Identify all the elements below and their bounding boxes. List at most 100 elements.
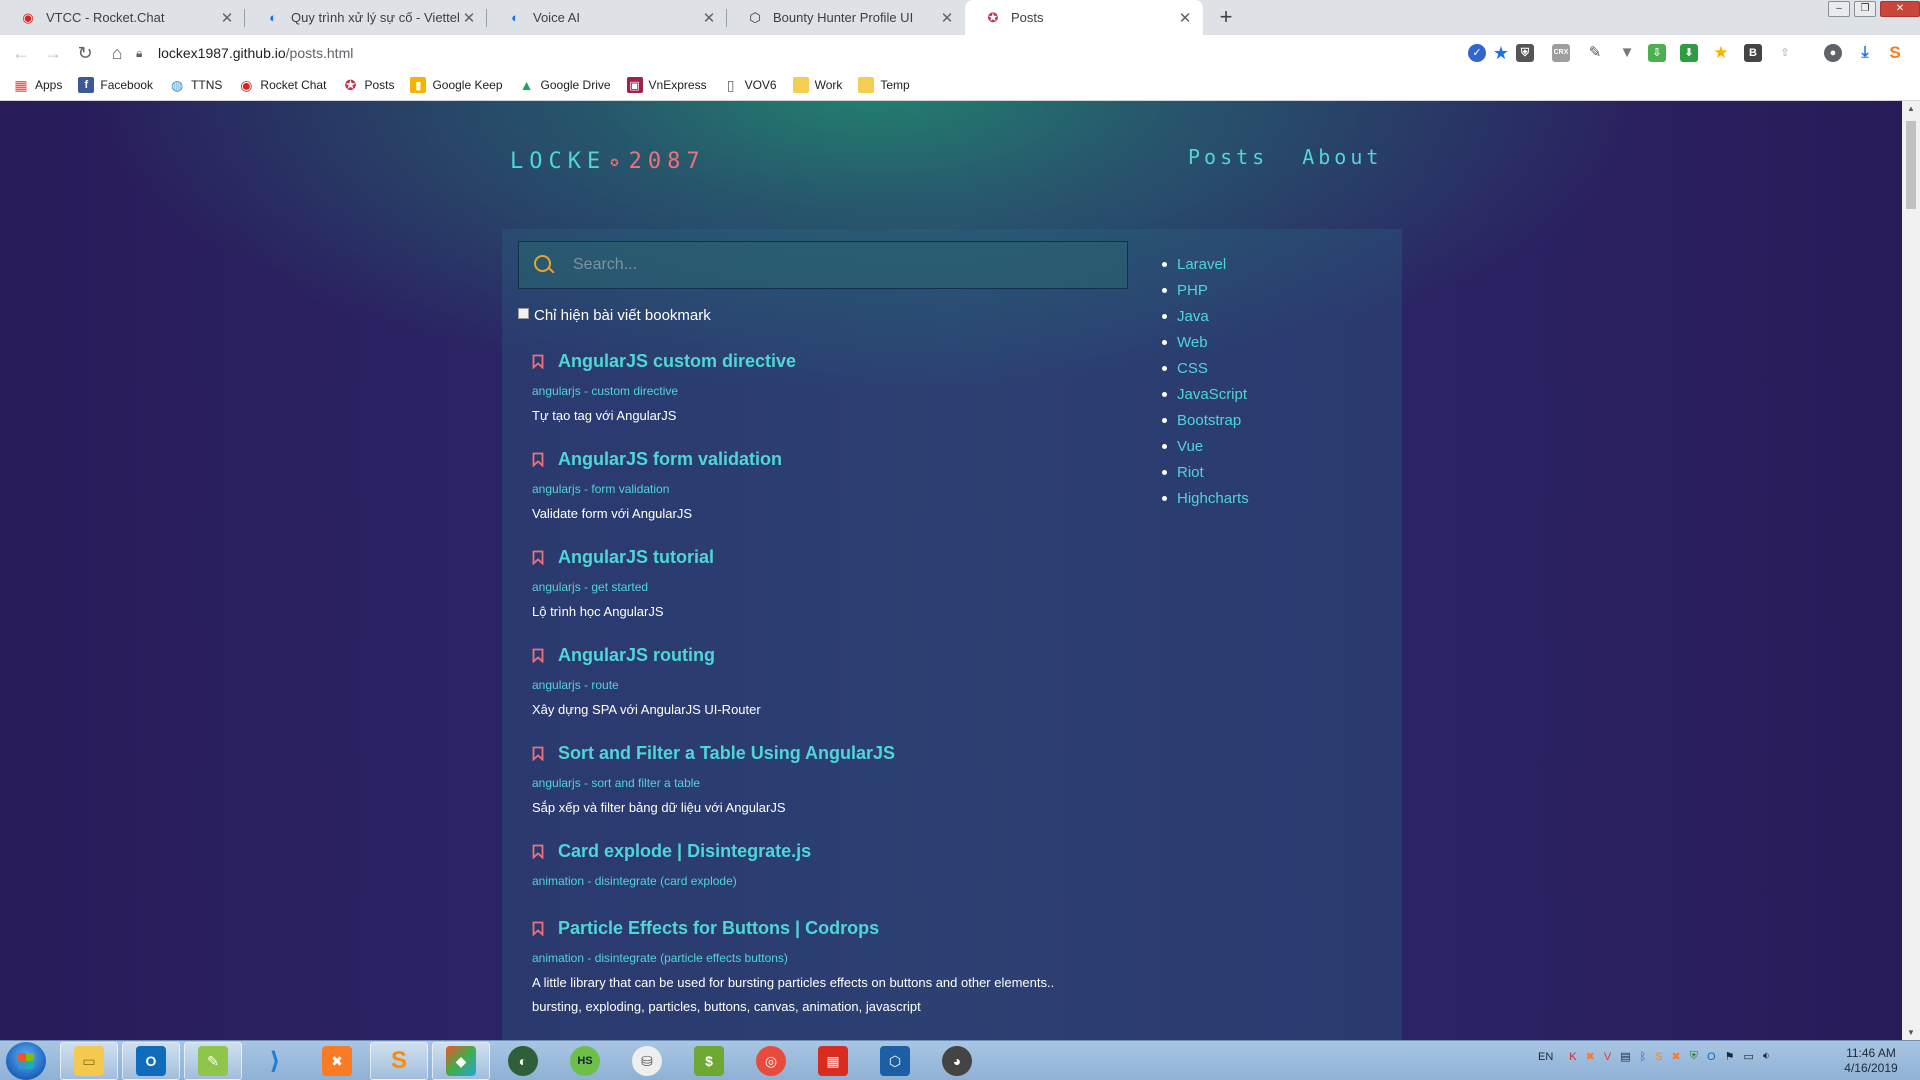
profile-icon[interactable]: ● — [1824, 44, 1842, 62]
bookmark-icon[interactable] — [532, 844, 544, 859]
crx-icon[interactable]: CRX — [1552, 44, 1570, 62]
xampp-tray-icon[interactable]: ✖ — [1672, 1050, 1681, 1063]
downloads-icon[interactable]: ⤓ — [1856, 44, 1874, 62]
category-link[interactable]: CSS — [1162, 355, 1249, 381]
taskbar-cube[interactable]: ▦ — [804, 1042, 862, 1080]
sublime-tray-icon[interactable]: S — [1655, 1051, 1662, 1063]
bookmark-filter-checkbox[interactable] — [518, 308, 529, 319]
vue-devtools-icon[interactable]: ▼ — [1618, 44, 1636, 62]
post-tags[interactable]: angularjs - custom directive — [532, 384, 1152, 398]
taskbar-virtualbox[interactable]: ⬡ — [866, 1042, 924, 1080]
close-icon[interactable]: ✕ — [1175, 9, 1195, 27]
eyedropper-icon[interactable]: ✎ — [1586, 44, 1604, 62]
category-link[interactable]: Bootstrap — [1162, 407, 1249, 433]
tab-posts[interactable]: ✪ Posts ✕ — [965, 0, 1203, 35]
bookmark-ttns[interactable]: ◍ TTNS — [169, 77, 222, 93]
category-link[interactable]: Highcharts — [1162, 485, 1249, 511]
post-title-link[interactable]: AngularJS tutorial — [558, 547, 714, 568]
tab-voice-ai[interactable]: ◐ Voice AI ✕ — [487, 0, 727, 35]
post-tags[interactable]: animation - disintegrate (particle effec… — [532, 951, 1152, 965]
bookmark-rocket-chat[interactable]: ◉ Rocket Chat — [238, 77, 326, 93]
taskbar-heidisql[interactable]: HS — [556, 1042, 614, 1080]
close-window-button[interactable]: ✕ — [1880, 1, 1920, 17]
display-icon[interactable]: ▭ — [1743, 1050, 1753, 1063]
bookmark-icon[interactable] — [532, 354, 544, 369]
post-title-link[interactable]: Card explode | Disintegrate.js — [558, 841, 811, 862]
bookmark-icon[interactable] — [532, 648, 544, 663]
nav-posts-link[interactable]: Posts — [1188, 145, 1268, 169]
category-link[interactable]: Java — [1162, 303, 1249, 329]
bookmark-google-drive[interactable]: ▲ Google Drive — [519, 77, 611, 93]
network-share-icon[interactable]: ▤ — [1620, 1050, 1630, 1063]
close-icon[interactable]: ✕ — [937, 9, 957, 27]
site-logo[interactable]: LOCKE ✪ 2087 — [510, 149, 706, 174]
bookmark-star-icon[interactable]: ★ — [1492, 44, 1510, 62]
bookmark-filter[interactable]: Chỉ hiện bài viết bookmark — [518, 307, 711, 324]
category-link[interactable]: Riot — [1162, 459, 1249, 485]
bookmark-posts[interactable]: ✪ Posts — [342, 77, 395, 93]
category-link[interactable]: Laravel — [1162, 251, 1249, 277]
close-icon[interactable]: ✕ — [699, 9, 719, 27]
kaspersky-icon[interactable]: K — [1569, 1051, 1576, 1063]
post-title-link[interactable]: AngularJS custom directive — [558, 351, 796, 372]
volume-icon[interactable]: 🔉︎ — [1763, 1050, 1770, 1063]
bookmark-apps[interactable]: ▦ Apps — [13, 77, 62, 93]
category-link[interactable]: JavaScript — [1162, 381, 1249, 407]
category-link[interactable]: PHP — [1162, 277, 1249, 303]
back-button[interactable]: ← — [8, 40, 34, 66]
bluetooth-icon[interactable]: ᛒ — [1640, 1051, 1647, 1063]
category-link[interactable]: Web — [1162, 329, 1249, 355]
shield-tray-icon[interactable]: ⛨ — [1690, 1050, 1698, 1063]
minimize-button[interactable]: – — [1828, 1, 1850, 17]
bookmark-work[interactable]: Work — [792, 77, 842, 93]
scrollbar-thumb[interactable] — [1906, 121, 1916, 209]
post-title-link[interactable]: AngularJS form validation — [558, 449, 782, 470]
scroll-down-icon[interactable]: ▼ — [1907, 1028, 1915, 1037]
new-tab-button[interactable]: + — [1212, 4, 1240, 32]
tab-rocketchat[interactable]: ◉ VTCC - Rocket.Chat ✕ — [0, 0, 245, 35]
vivaldi-icon[interactable]: V — [1604, 1051, 1611, 1063]
bookmark-vov6[interactable]: ▯ VOV6 — [723, 77, 777, 93]
download-green-icon[interactable]: ⬇ — [1680, 44, 1698, 62]
address-bar[interactable]: 🔒︎ lockex1987.github.io/posts.html — [136, 39, 1466, 67]
b-extension-icon[interactable]: B — [1744, 44, 1762, 62]
tab-quy-trinh[interactable]: ◐ Quy trình xử lý sự cố - Viettel Cyb ✕ — [245, 0, 487, 35]
search-input[interactable] — [573, 256, 1113, 274]
taskbar-redis[interactable]: ◎ — [742, 1042, 800, 1080]
system-clock[interactable]: 11:46 AM 4/16/2019 — [1836, 1046, 1906, 1076]
restore-button[interactable]: ❐ — [1854, 1, 1876, 17]
bookmark-icon[interactable] — [532, 452, 544, 467]
post-title-link[interactable]: Sort and Filter a Table Using AngularJS — [558, 743, 895, 764]
reload-button[interactable]: ↻ — [72, 40, 98, 66]
close-icon[interactable]: ✕ — [459, 9, 479, 27]
bookmark-icon[interactable] — [532, 746, 544, 761]
bookmark-vnexpress[interactable]: ▣ VnExpress — [626, 77, 707, 93]
post-tags[interactable]: animation - disintegrate (card explode) — [532, 874, 1152, 888]
taskbar-notepad[interactable]: ✎ — [184, 1042, 242, 1080]
star-extension-icon[interactable]: ★ — [1712, 44, 1730, 62]
post-title-link[interactable]: Particle Effects for Buttons | Codrops — [558, 918, 879, 939]
post-title-link[interactable]: AngularJS routing — [558, 645, 715, 666]
search-box[interactable] — [518, 241, 1128, 289]
post-tags[interactable]: angularjs - get started — [532, 580, 1152, 594]
action-center-flag-icon[interactable]: ⚑ — [1725, 1050, 1735, 1063]
bookmark-icon[interactable] — [532, 550, 544, 565]
bookmark-facebook[interactable]: f Facebook — [78, 77, 153, 93]
close-icon[interactable]: ✕ — [217, 9, 237, 27]
taskbar-xampp[interactable]: ✖ — [308, 1042, 366, 1080]
xampp-tray-icon[interactable]: ✖ — [1586, 1050, 1595, 1063]
shield-extension-icon[interactable]: ✓ — [1468, 44, 1486, 62]
bookmark-temp[interactable]: Temp — [858, 77, 910, 93]
bookmark-icon[interactable] — [532, 921, 544, 936]
taskbar-vscode[interactable]: ⟩ — [246, 1042, 304, 1080]
home-button[interactable]: ⌂ — [104, 40, 130, 66]
language-indicator[interactable]: EN — [1538, 1051, 1553, 1063]
taskbar-db[interactable]: ⛁ — [618, 1042, 676, 1080]
page-scrollbar[interactable]: ▲ ▼ — [1902, 101, 1920, 1040]
taskbar-explorer[interactable]: ▭ — [60, 1042, 118, 1080]
pin-extension-icon[interactable]: ⇧ — [1776, 44, 1794, 62]
taskbar-mask[interactable]: ◕ — [928, 1042, 986, 1080]
post-tags[interactable]: angularjs - sort and filter a table — [532, 776, 1152, 790]
outlook-tray-icon[interactable]: O — [1707, 1051, 1716, 1063]
post-tags[interactable]: angularjs - form validation — [532, 482, 1152, 496]
